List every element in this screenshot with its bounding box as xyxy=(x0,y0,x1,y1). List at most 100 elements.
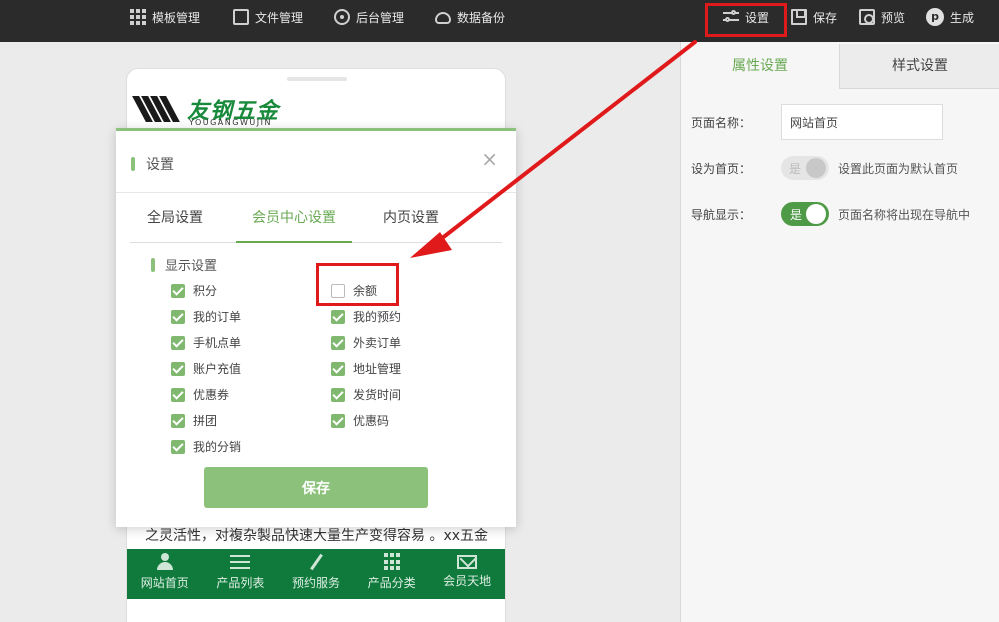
option-coupons[interactable]: 优惠券 xyxy=(171,386,229,403)
option-address-manage[interactable]: 地址管理 xyxy=(331,360,401,377)
checkbox-checked[interactable] xyxy=(171,335,185,350)
logo-mark-icon xyxy=(132,94,181,124)
display-settings-section: 显示设置 xyxy=(151,255,217,274)
option-label: 我的订单 xyxy=(193,310,242,324)
settings-highlight-box xyxy=(705,3,787,37)
preview-label: 预览 xyxy=(881,10,906,25)
tab-member-center-settings[interactable]: 会员中心设置 xyxy=(236,203,352,243)
save-icon xyxy=(791,9,807,25)
file-manage-label: 文件管理 xyxy=(255,10,304,25)
dialog-header: 设置 × xyxy=(116,131,516,193)
option-takeout-orders[interactable]: 外卖订单 xyxy=(331,334,401,351)
checkbox-checked[interactable] xyxy=(331,361,345,376)
tab-inner-page-settings[interactable]: 内页设置 xyxy=(366,203,456,243)
homepage-label: 设为首页： xyxy=(691,162,752,176)
nav-display-label: 导航显示： xyxy=(691,208,752,222)
generate-label: 生成 xyxy=(950,10,975,25)
grid-icon xyxy=(383,553,400,571)
save-toolbar-button[interactable]: 保存 xyxy=(791,0,837,34)
person-icon xyxy=(155,553,175,571)
nav-item-home[interactable]: 网站首页 xyxy=(127,549,203,599)
close-icon[interactable]: × xyxy=(481,149,498,169)
checkbox-checked[interactable] xyxy=(171,361,185,376)
option-label: 拼团 xyxy=(193,414,218,428)
grid-icon xyxy=(130,9,146,25)
option-mobile-order[interactable]: 手机点单 xyxy=(171,334,241,351)
section-accent-bar xyxy=(151,257,155,272)
checkbox-checked[interactable] xyxy=(331,387,345,402)
generate-button[interactable]: p 生成 xyxy=(926,0,974,34)
cloud-upload-icon xyxy=(435,12,451,24)
nav-item-label: 产品分类 xyxy=(367,576,416,590)
preview-button[interactable]: 预览 xyxy=(859,0,905,34)
option-my-orders[interactable]: 我的订单 xyxy=(171,308,241,325)
option-label: 发货时间 xyxy=(353,388,402,402)
checkbox-checked[interactable] xyxy=(171,309,185,324)
option-account-recharge[interactable]: 账户充值 xyxy=(171,360,241,377)
nav-item-category[interactable]: 产品分类 xyxy=(354,549,430,599)
admin-manage-button[interactable]: 后台管理 xyxy=(334,0,404,34)
phone-speaker xyxy=(287,77,347,81)
option-my-bookings[interactable]: 我的预约 xyxy=(331,308,401,325)
save-toolbar-label: 保存 xyxy=(813,10,838,25)
wrench-icon xyxy=(306,553,326,571)
checkbox-checked[interactable] xyxy=(171,413,185,428)
dialog-title: 设置 xyxy=(146,157,174,173)
nav-item-member[interactable]: 会员天地 xyxy=(429,549,505,599)
option-label: 账户充值 xyxy=(193,362,242,376)
page-name-input[interactable] xyxy=(781,104,943,140)
settings-dialog: 设置 × 全局设置 会员中心设置 内页设置 显示设置 积分 余额 我的订单 我的… xyxy=(116,128,516,527)
option-label: 地址管理 xyxy=(353,362,402,376)
option-my-distribution[interactable]: 我的分销 xyxy=(171,438,241,455)
nav-item-label: 产品列表 xyxy=(216,576,265,590)
checkbox-checked[interactable] xyxy=(331,309,345,324)
option-label: 积分 xyxy=(193,284,218,298)
nav-item-booking[interactable]: 预约服务 xyxy=(278,549,354,599)
page-name-label: 页面名称： xyxy=(691,116,752,130)
tab-property-settings[interactable]: 属性设置 xyxy=(681,44,839,89)
title-accent-bar xyxy=(131,157,135,171)
generate-icon: p xyxy=(926,8,944,26)
nav-item-label: 会员天地 xyxy=(443,574,492,588)
option-label: 优惠券 xyxy=(193,388,230,402)
nav-display-toggle[interactable]: 是 xyxy=(781,202,829,226)
tab-style-settings[interactable]: 样式设置 xyxy=(839,44,999,89)
nav-display-desc: 页面名称将出现在导航中 xyxy=(838,208,971,222)
admin-manage-label: 后台管理 xyxy=(356,10,405,25)
homepage-desc: 设置此页面为默认首页 xyxy=(838,162,959,176)
option-points[interactable]: 积分 xyxy=(171,282,217,299)
checkbox-checked[interactable] xyxy=(331,413,345,428)
toggle-knob xyxy=(806,204,826,224)
dialog-save-button[interactable]: 保存 xyxy=(204,467,428,508)
checkbox-checked[interactable] xyxy=(171,439,185,454)
dialog-tabs: 全局设置 会员中心设置 内页设置 xyxy=(130,203,502,243)
nav-item-product-list[interactable]: 产品列表 xyxy=(203,549,279,599)
data-backup-label: 数据备份 xyxy=(457,10,506,25)
option-label: 我的预约 xyxy=(353,310,402,324)
gear-icon xyxy=(334,9,350,25)
file-manage-button[interactable]: 文件管理 xyxy=(233,0,303,34)
phone-bottom-nav: 网站首页 产品列表 预约服务 产品分类 会员天地 xyxy=(127,549,505,599)
template-manage-button[interactable]: 模板管理 xyxy=(130,0,200,34)
template-manage-label: 模板管理 xyxy=(152,10,201,25)
toggle-text: 是 xyxy=(790,208,803,222)
option-label: 手机点单 xyxy=(193,336,242,350)
option-shipping-time[interactable]: 发货时间 xyxy=(331,386,401,403)
preview-icon xyxy=(859,9,875,25)
logo-text-en: YOUGANGWUJIN xyxy=(189,118,272,127)
option-group-buy[interactable]: 拼团 xyxy=(171,412,217,429)
data-backup-button[interactable]: 数据备份 xyxy=(435,0,505,34)
section-title: 显示设置 xyxy=(165,259,218,274)
toggle-knob xyxy=(806,158,826,178)
option-label: 优惠码 xyxy=(353,414,390,428)
nav-item-label: 预约服务 xyxy=(291,576,340,590)
toggle-text: 是 xyxy=(789,162,802,176)
option-promo-code[interactable]: 优惠码 xyxy=(331,412,389,429)
checkbox-checked[interactable] xyxy=(171,387,185,402)
checkbox-checked[interactable] xyxy=(171,283,185,298)
checkbox-checked[interactable] xyxy=(331,335,345,350)
homepage-toggle[interactable]: 是 xyxy=(781,156,829,180)
site-logo[interactable]: 友钢五金 YOUGANGWUJIN xyxy=(132,89,279,129)
option-label: 我的分销 xyxy=(193,440,242,454)
tab-global-settings[interactable]: 全局设置 xyxy=(130,203,220,243)
